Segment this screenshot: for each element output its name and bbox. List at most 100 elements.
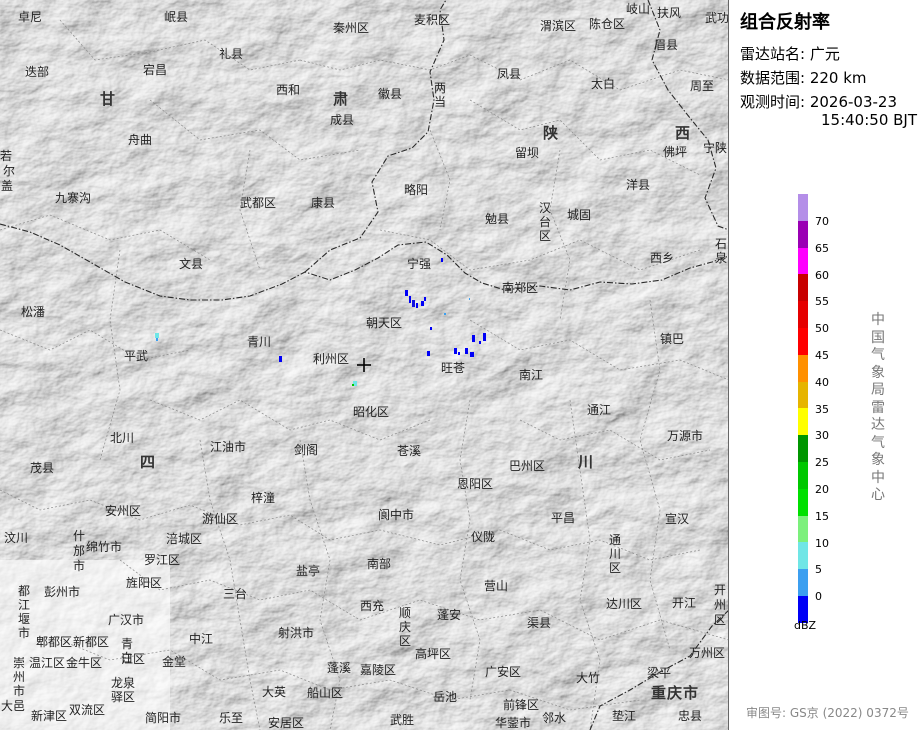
range-value: 220 km bbox=[809, 69, 867, 87]
place-label: 岷县 bbox=[164, 10, 189, 24]
place-label: 成县 bbox=[330, 113, 355, 127]
place-label: 大竹 bbox=[576, 671, 601, 685]
place-label: 都 bbox=[18, 584, 31, 598]
place-label: 利州区 bbox=[313, 352, 350, 366]
legend-swatch bbox=[798, 247, 808, 275]
place-label: 大邑 bbox=[1, 699, 26, 713]
place-label: 恩阳区 bbox=[457, 477, 494, 491]
place-label: 金牛区 bbox=[66, 656, 103, 670]
place-label: 宣汉 bbox=[665, 512, 690, 526]
place-label: 西乡 bbox=[650, 251, 675, 265]
place-label: 嘉陵区 bbox=[360, 663, 397, 677]
place-label: 垫江 bbox=[612, 709, 637, 723]
place-label: 迭部 bbox=[25, 65, 50, 79]
review-number: 审图号: GS京 (2022) 0372号 bbox=[746, 706, 909, 720]
place-label: 涪城区 bbox=[166, 532, 203, 546]
place-label: 旺苍 bbox=[441, 361, 466, 375]
range-label: 数据范围: bbox=[740, 69, 806, 87]
place-label: 区 bbox=[609, 561, 622, 575]
place-label: 彭州市 bbox=[44, 585, 81, 599]
legend-tick: 10 bbox=[815, 536, 829, 550]
place-label: 罗江区 bbox=[144, 553, 181, 567]
org-char: 心 bbox=[871, 487, 885, 503]
place-label: 武功 bbox=[705, 11, 729, 25]
place-label: 江 bbox=[18, 598, 31, 612]
place-label: 新津区 bbox=[31, 709, 68, 723]
org-char: 中 bbox=[871, 312, 885, 328]
place-label: 三台 bbox=[223, 587, 248, 601]
station-row: 雷达站名: 广元 bbox=[740, 43, 840, 64]
place-label: 镇巴 bbox=[660, 332, 685, 346]
place-label: 苍溪 bbox=[397, 444, 422, 458]
place-label: 佛坪 bbox=[663, 145, 688, 159]
legend-swatch bbox=[798, 274, 808, 302]
place-label: 扶风 bbox=[657, 6, 682, 20]
place-label: 通江 bbox=[587, 403, 612, 417]
place-label: 江油市 bbox=[210, 440, 247, 454]
place-label: 川 bbox=[609, 547, 622, 561]
legend-swatch bbox=[798, 328, 808, 356]
place-label: 麦积区 bbox=[414, 13, 451, 27]
organization-vertical: 中国气象局雷达气象中心 bbox=[870, 312, 886, 505]
place-label: 两 bbox=[434, 81, 447, 95]
place-label: 九寨沟 bbox=[55, 191, 92, 205]
place-label: 卓尼 bbox=[18, 10, 43, 24]
place-label: 大英 bbox=[262, 685, 287, 699]
place-label: 郫都区 bbox=[36, 635, 73, 649]
place-label: 广安区 bbox=[485, 665, 522, 679]
place-label: 庆 bbox=[399, 620, 412, 634]
place-label: 乐至 bbox=[219, 711, 244, 725]
org-char: 局 bbox=[871, 382, 885, 398]
place-label: 松潘 bbox=[21, 305, 46, 319]
org-char: 国 bbox=[871, 329, 885, 346]
place-label: 略阳 bbox=[404, 183, 429, 197]
station-value: 广元 bbox=[809, 45, 840, 63]
place-label: 阆中市 bbox=[378, 508, 415, 522]
place-label: 周至 bbox=[690, 79, 715, 93]
legend-tick: 60 bbox=[815, 268, 829, 282]
org-char: 雷 bbox=[871, 399, 885, 416]
radar-map[interactable]: 卓尼 岷县 秦州区 麦积区 渭滨区 陈仓区 岐山 扶风 武功 眉县 礼县 宕昌 迭部两当 凤县 太白 周至 西和… bbox=[0, 0, 729, 730]
place-label: 尔 bbox=[3, 164, 16, 178]
place-label: 若 bbox=[0, 149, 13, 163]
place-label: 康县 bbox=[311, 196, 336, 210]
legend-swatch bbox=[798, 462, 808, 490]
place-label: 广汉市 bbox=[108, 613, 145, 627]
legend-swatch bbox=[798, 381, 808, 409]
legend-swatch bbox=[798, 194, 808, 222]
legend-swatch bbox=[798, 435, 808, 463]
place-label: 金堂 bbox=[162, 655, 187, 669]
place-label: 龙泉 bbox=[111, 676, 136, 690]
place-label: 平武 bbox=[124, 349, 149, 363]
place-label: 南郑区 bbox=[502, 281, 539, 295]
place-label: 宁强 bbox=[407, 257, 432, 271]
place-label: 邻水 bbox=[542, 711, 567, 725]
range-row: 数据范围: 220 km bbox=[740, 67, 867, 88]
place-label: 舟曲 bbox=[128, 133, 153, 147]
place-label: 区 bbox=[539, 229, 552, 243]
place-label: 宕昌 bbox=[143, 63, 168, 77]
place-label: 区 bbox=[399, 634, 412, 648]
legend-tick: 25 bbox=[815, 456, 829, 470]
place-label: 驿区 bbox=[111, 690, 136, 704]
place-label: 眉县 bbox=[654, 38, 679, 52]
place-label: 昭化区 bbox=[353, 405, 390, 419]
place-label: 南部 bbox=[367, 557, 392, 571]
place-label: 洋县 bbox=[626, 178, 651, 192]
place-label: 中江 bbox=[189, 632, 214, 646]
place-label: 蓬溪 bbox=[327, 661, 352, 675]
place-label: 什 bbox=[73, 529, 86, 543]
place-label: 岳池 bbox=[433, 690, 458, 704]
place-label: 凤县 bbox=[497, 67, 522, 81]
legend-tick: 65 bbox=[815, 241, 829, 255]
place-label: 新都区 bbox=[73, 635, 110, 649]
place-label: 高坪区 bbox=[415, 647, 452, 661]
place-label: 州 bbox=[13, 670, 26, 684]
place-label: 安州区 bbox=[105, 504, 142, 518]
place-label: 崇 bbox=[13, 656, 26, 670]
place-label: 盐亭 bbox=[296, 564, 321, 578]
place-label: 安居区 bbox=[268, 716, 305, 730]
place-label: 市 bbox=[73, 559, 86, 573]
time-label: 观测时间: bbox=[740, 93, 806, 111]
place-label: 西充 bbox=[360, 599, 385, 613]
